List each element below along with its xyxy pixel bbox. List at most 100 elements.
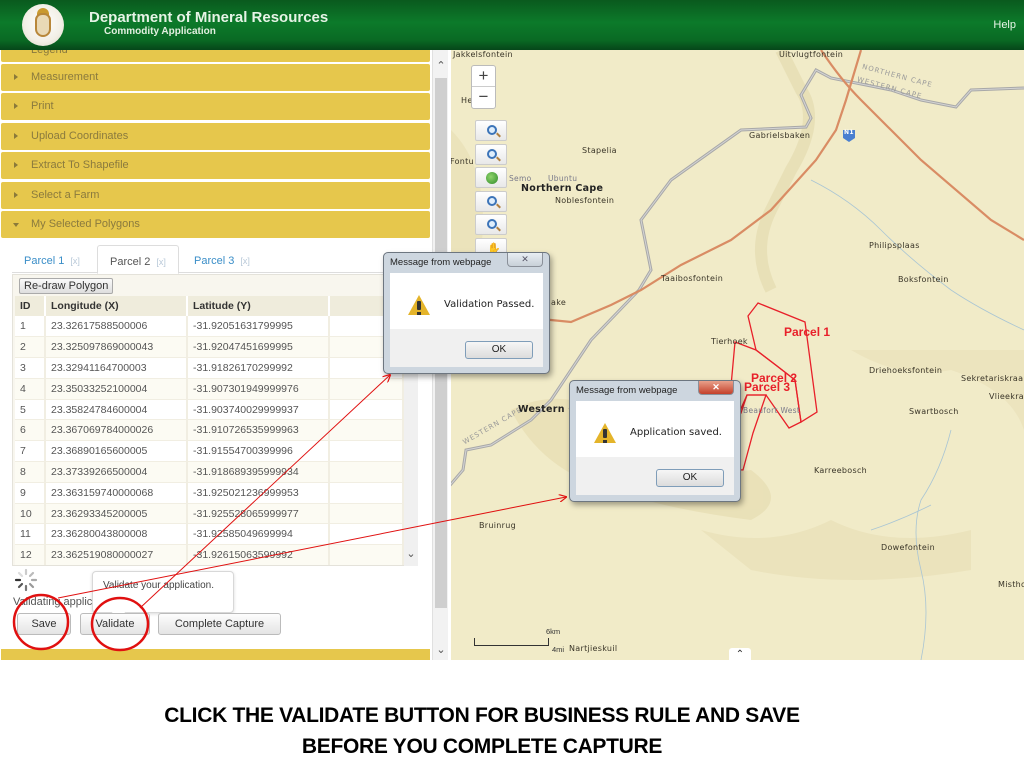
table-row[interactable]: 4 23.35033252100004 -31.907301949999976 bbox=[15, 378, 404, 400]
zoom-out-button[interactable]: − bbox=[472, 87, 495, 108]
cell-spacer bbox=[329, 461, 404, 483]
caret-right-icon bbox=[14, 192, 18, 198]
validate-button[interactable]: Validate bbox=[80, 613, 150, 635]
table-row[interactable]: 11 23.36280043800008 -31.92585049699994 bbox=[15, 523, 404, 546]
zoom-in-button[interactable]: + bbox=[472, 66, 495, 87]
zoom-next-button[interactable] bbox=[475, 214, 507, 235]
accordion-label: Extract To Shapefile bbox=[31, 159, 129, 171]
table-row[interactable]: 7 23.36890165600005 -31.91554700399996 bbox=[15, 440, 404, 463]
cell-id: 4 bbox=[15, 378, 46, 400]
globe-icon bbox=[486, 172, 498, 184]
table-row[interactable]: 8 23.37339266500004 -31.918689395999934 bbox=[15, 461, 404, 483]
save-dialog: Message from webpage ✕ Application saved… bbox=[569, 380, 741, 502]
caption-line-1: CLICK THE VALIDATE BUTTON FOR BUSINESS R… bbox=[164, 704, 800, 727]
accordion-my-selected-polygons[interactable]: My Selected Polygons bbox=[1, 211, 430, 238]
zoom-next-icon bbox=[487, 219, 497, 229]
chevron-down-icon[interactable]: ⌄ bbox=[435, 644, 447, 656]
dialog-message: Application saved. bbox=[630, 427, 722, 438]
cell-spacer bbox=[329, 544, 404, 565]
cell-longitude: 23.367069784000026 bbox=[45, 419, 188, 442]
zoom-out-tool-button[interactable] bbox=[475, 144, 507, 165]
warning-icon-dot bbox=[417, 312, 421, 315]
cell-longitude: 23.35033252100004 bbox=[45, 378, 188, 400]
tab-close-button[interactable]: [x] bbox=[70, 256, 80, 266]
accordion-select-farm[interactable]: Select a Farm bbox=[1, 182, 430, 209]
cell-longitude: 23.32617588500006 bbox=[45, 316, 188, 338]
cell-spacer bbox=[329, 503, 404, 525]
zoom-in-tool-button[interactable] bbox=[475, 120, 507, 141]
help-link[interactable]: Help bbox=[993, 19, 1016, 31]
parcel-tabs: Parcel 1 [x] Parcel 2 [x] Parcel 3 [x] bbox=[12, 245, 430, 274]
chevron-down-icon[interactable]: ⌄ bbox=[405, 548, 417, 560]
accordion-label: My Selected Polygons bbox=[31, 218, 140, 230]
table-row[interactable]: 12 23.362519080000027 -31.92615063599992 bbox=[15, 544, 404, 565]
dialog-ok-button[interactable]: OK bbox=[465, 341, 533, 359]
column-header-id[interactable]: ID bbox=[15, 296, 46, 316]
cell-latitude: -31.903740029999937 bbox=[187, 399, 330, 421]
chevron-up-icon[interactable]: ⌃ bbox=[435, 60, 447, 72]
accordion-print[interactable]: Print bbox=[1, 93, 430, 120]
map-place-label: Tierhoek bbox=[711, 337, 748, 346]
map-place-label: Gabrielsbaken bbox=[749, 131, 811, 140]
cell-latitude: -31.910726535999963 bbox=[187, 419, 330, 442]
warning-icon-mark bbox=[417, 301, 421, 310]
table-row[interactable]: 10 23.36293345200005 -31.925528065999977 bbox=[15, 503, 404, 525]
accordion-extract-shapefile[interactable]: Extract To Shapefile bbox=[1, 152, 430, 179]
redraw-polygon-button[interactable]: Re-draw Polygon bbox=[19, 278, 114, 294]
map-place-label: Beaufort West bbox=[743, 406, 801, 415]
tab-close-button[interactable]: [x] bbox=[240, 256, 250, 266]
table-row[interactable]: 1 23.32617588500006 -31.92051631799995 bbox=[15, 316, 404, 338]
accordion-label: Measurement bbox=[31, 71, 99, 83]
cell-latitude: -31.92047451699995 bbox=[187, 336, 330, 359]
cell-latitude: -31.907301949999976 bbox=[187, 378, 330, 400]
caret-right-icon bbox=[14, 103, 18, 109]
tab-parcel-1[interactable]: Parcel 1 [x] bbox=[12, 249, 92, 273]
cell-latitude: -31.92585049699994 bbox=[187, 523, 330, 546]
map-place-label: Ubuntu bbox=[548, 174, 578, 183]
table-row[interactable]: 6 23.367069784000026 -31.910726535999963 bbox=[15, 419, 404, 442]
accordion-measurement[interactable]: Measurement bbox=[1, 64, 430, 91]
table-row[interactable]: 3 23.32941164700003 -31.91826170299992 bbox=[15, 357, 404, 379]
accordion-upload-coordinates[interactable]: Upload Coordinates bbox=[1, 123, 430, 150]
validation-dialog: Message from webpage ✕ Validation Passed… bbox=[383, 252, 550, 374]
accordion-next-collapsed[interactable] bbox=[1, 649, 430, 660]
dialog-close-button[interactable]: ✕ bbox=[698, 381, 734, 395]
column-header-latitude[interactable]: Latitude (Y) bbox=[187, 296, 330, 316]
save-button[interactable]: Save bbox=[17, 613, 71, 635]
cell-longitude: 23.362519080000027 bbox=[45, 544, 188, 565]
zoom-previous-button[interactable] bbox=[475, 191, 507, 212]
complete-capture-button[interactable]: Complete Capture bbox=[158, 613, 281, 635]
cell-id: 1 bbox=[15, 316, 46, 338]
dialog-close-button[interactable]: ✕ bbox=[507, 253, 543, 267]
cell-latitude: -31.92051631799995 bbox=[187, 316, 330, 338]
instruction-caption: CLICK THE VALIDATE BUTTON FOR BUSINESS R… bbox=[0, 700, 964, 762]
parcel-1-polygon bbox=[747, 302, 818, 424]
cell-latitude: -31.918689395999934 bbox=[187, 461, 330, 483]
table-row[interactable]: 9 23.363159740000068 -31.925021236999953 bbox=[15, 482, 404, 504]
cell-id: 5 bbox=[15, 399, 46, 421]
caret-right-icon bbox=[14, 133, 18, 139]
chevron-up-icon[interactable]: ⌃ bbox=[729, 648, 751, 660]
map-place-label: Driehoeksfontein bbox=[869, 366, 943, 375]
cell-id: 7 bbox=[15, 440, 46, 463]
accordion-legend[interactable]: Legend bbox=[1, 50, 430, 62]
caret-right-icon bbox=[14, 74, 18, 80]
dialog-body: Validation Passed. OK bbox=[390, 273, 543, 367]
map-place-label: ake bbox=[551, 298, 567, 307]
map-place-label: Jakkelsfontein bbox=[453, 50, 513, 59]
zoom-out-icon bbox=[487, 149, 497, 159]
tab-close-button[interactable]: [x] bbox=[156, 257, 166, 267]
coordinates-grid: Re-draw Polygon ID Longitude (X) Latitud… bbox=[12, 274, 418, 566]
table-row[interactable]: 5 23.35824784600004 -31.903740029999937 bbox=[15, 399, 404, 421]
tab-parcel-2[interactable]: Parcel 2 [x] bbox=[97, 245, 179, 274]
app-subtitle: Commodity Application bbox=[104, 26, 216, 37]
full-extent-button[interactable] bbox=[475, 167, 507, 188]
tab-label: Parcel 3 bbox=[194, 255, 235, 267]
dialog-ok-button[interactable]: OK bbox=[656, 469, 724, 487]
cell-id: 2 bbox=[15, 336, 46, 359]
table-row[interactable]: 2 23.325097869000043 -31.92047451699995 bbox=[15, 336, 404, 359]
column-header-longitude[interactable]: Longitude (X) bbox=[45, 296, 188, 316]
accordion-label: Print bbox=[31, 100, 54, 112]
coordinates-table: ID Longitude (X) Latitude (Y) 1 23.326175… bbox=[15, 296, 404, 565]
tab-parcel-3[interactable]: Parcel 3 [x] bbox=[182, 249, 262, 273]
